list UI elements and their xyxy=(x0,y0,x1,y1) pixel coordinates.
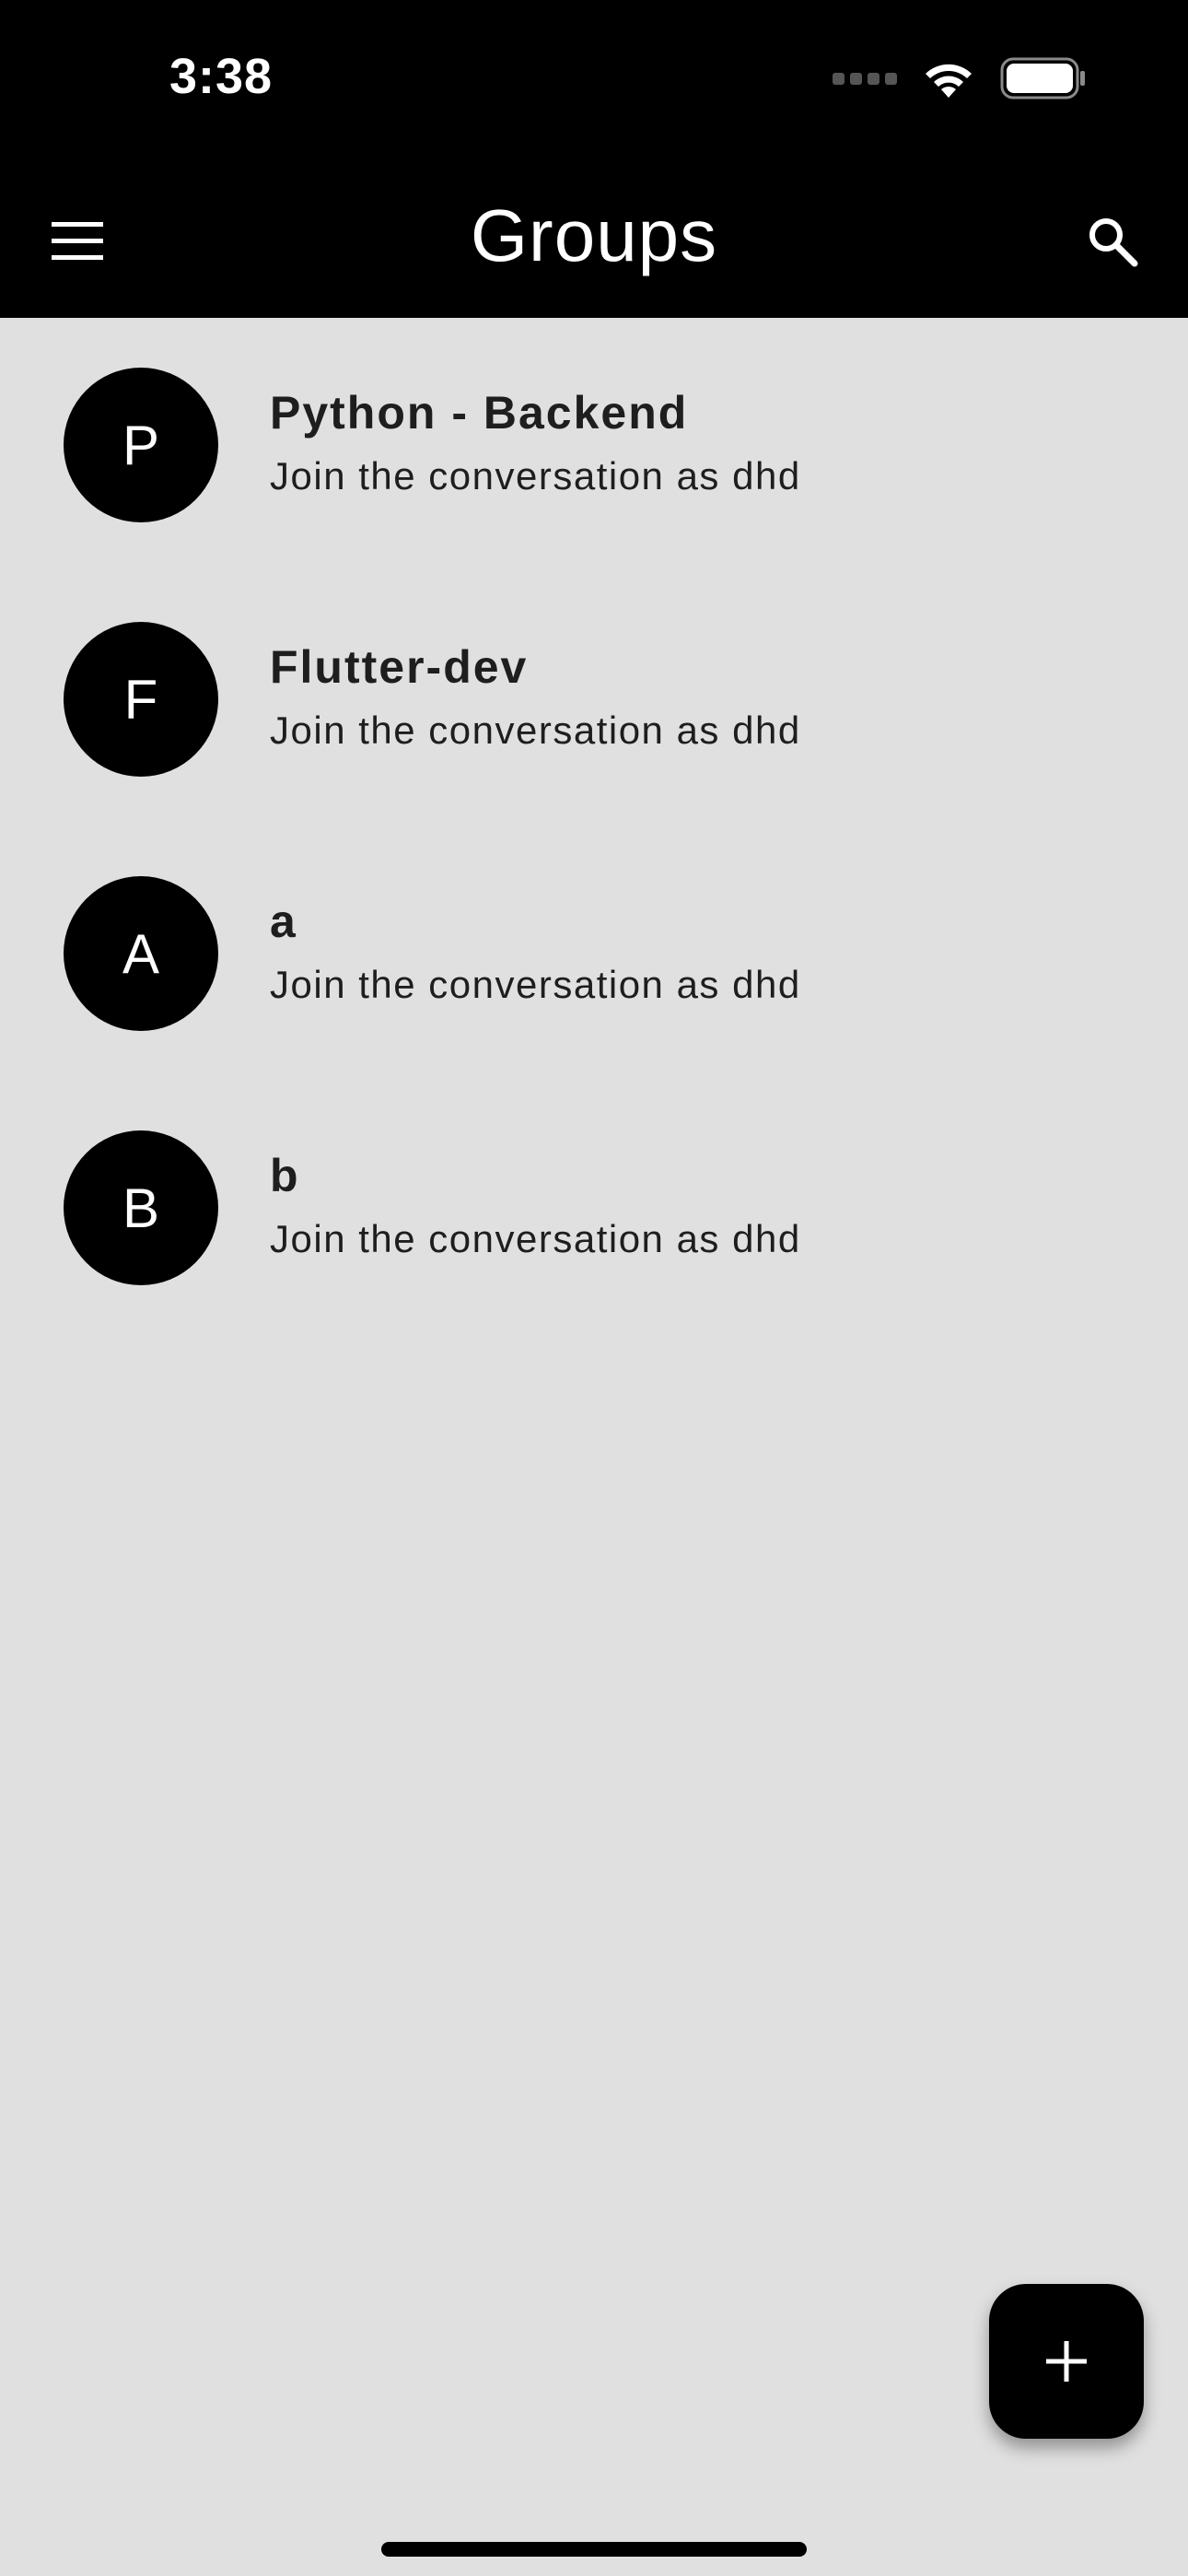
battery-icon xyxy=(1000,57,1085,100)
cellular-signal-icon xyxy=(833,72,897,85)
groups-screen: 3:38 Groups P Python - Backend Join the … xyxy=(0,0,1188,2576)
group-list-item[interactable]: A a Join the conversation as dhd xyxy=(0,826,1188,1081)
page-title: Groups xyxy=(470,194,718,276)
group-name: a xyxy=(270,896,297,947)
group-list-item[interactable]: P Python - Backend Join the conversation… xyxy=(0,318,1188,572)
add-group-button[interactable] xyxy=(989,2284,1144,2439)
home-indicator xyxy=(381,2542,807,2557)
search-icon xyxy=(1089,218,1138,267)
wifi-icon xyxy=(926,64,972,98)
search-button[interactable] xyxy=(1076,205,1149,278)
group-subtitle: Join the conversation as dhd xyxy=(270,708,801,752)
app-header: 3:38 Groups xyxy=(0,0,1188,318)
status-icons xyxy=(833,57,1087,100)
add-icon xyxy=(1046,2341,1087,2382)
group-avatar: F xyxy=(64,622,218,777)
status-time: 3:38 xyxy=(169,49,274,104)
group-name: Flutter-dev xyxy=(270,641,529,693)
group-list-item[interactable]: B b Join the conversation as dhd xyxy=(0,1081,1188,1335)
group-subtitle: Join the conversation as dhd xyxy=(270,1217,801,1260)
group-subtitle: Join the conversation as dhd xyxy=(270,963,801,1006)
group-list: P Python - Backend Join the conversation… xyxy=(0,318,1188,1335)
group-subtitle: Join the conversation as dhd xyxy=(270,454,801,498)
group-avatar: B xyxy=(64,1130,218,1285)
group-avatar: A xyxy=(64,876,218,1031)
group-list-item[interactable]: F Flutter-dev Join the conversation as d… xyxy=(0,572,1188,826)
group-name: b xyxy=(270,1150,300,1201)
group-avatar: P xyxy=(64,368,218,522)
group-name: Python - Backend xyxy=(270,387,689,439)
